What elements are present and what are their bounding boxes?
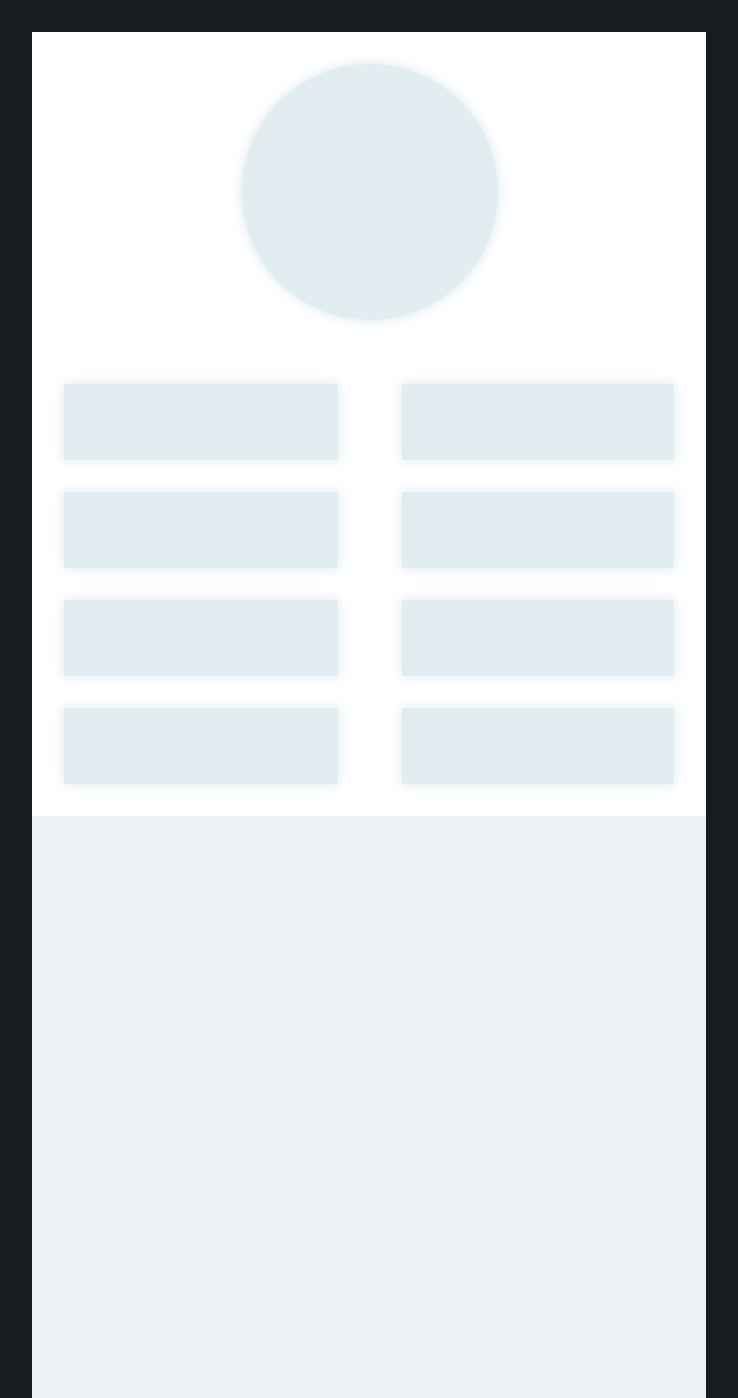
skeleton-tile-5 (64, 600, 338, 676)
skeleton-tile-6 (402, 600, 674, 676)
skeleton-tile-7 (64, 708, 338, 784)
skeleton-tile-8 (402, 708, 674, 784)
skeleton-tile-4 (402, 492, 674, 568)
content-frame (32, 32, 706, 1398)
avatar-placeholder (242, 64, 498, 320)
skeleton-tile-3 (64, 492, 338, 568)
skeleton-tile-2 (402, 384, 674, 460)
skeleton-tile-1 (64, 384, 338, 460)
app-window: { "skeleton": { "state": "loading", "til… (0, 0, 738, 1398)
profile-skeleton-panel (32, 32, 706, 816)
lower-content-placeholder (32, 816, 706, 1398)
